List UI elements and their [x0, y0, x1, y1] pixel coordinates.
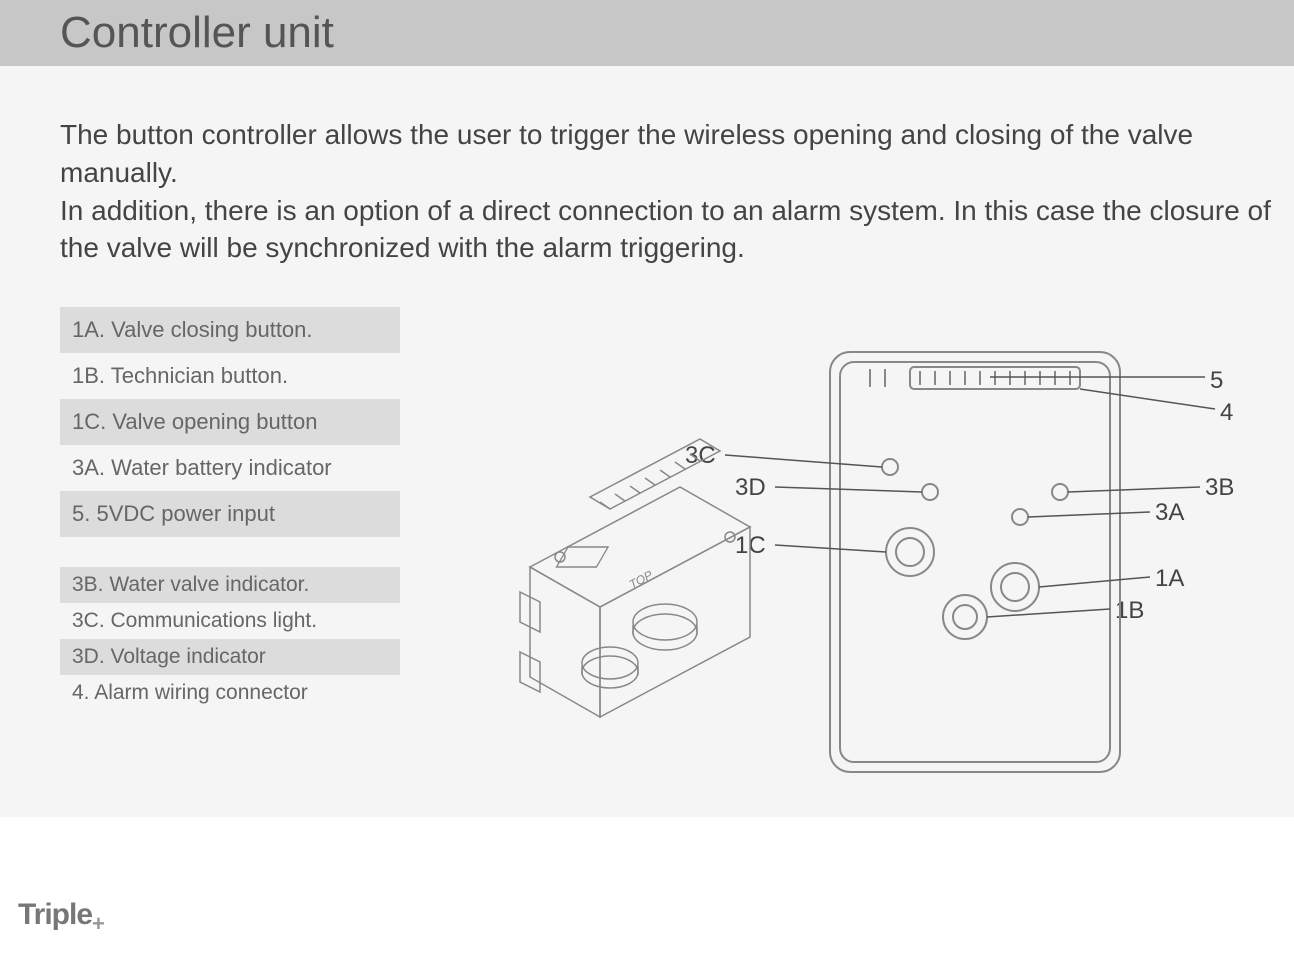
table-row: 1C. Valve opening button — [60, 399, 400, 445]
table-row: 4. Alarm wiring connector — [60, 675, 400, 711]
table-row: 3C. Communications light. — [60, 603, 400, 639]
table-row: 5. 5VDC power input — [60, 491, 400, 537]
controller-diagram: TOP — [460, 307, 1280, 787]
intro-text: The button controller allows the user to… — [60, 116, 1274, 267]
brand-text: Triple — [18, 898, 92, 931]
legend-table-1: 1A. Valve closing button. 1B. Technician… — [60, 307, 400, 537]
table-row: 3B. Water valve indicator. — [60, 567, 400, 603]
legend-table-2: 3B. Water valve indicator. 3C. Communica… — [60, 567, 400, 711]
brand-logo: Triple+ — [18, 898, 104, 937]
table-row: 1B. Technician button. — [60, 353, 400, 399]
content-block: The button controller allows the user to… — [0, 66, 1294, 817]
table-row: 3D. Voltage indicator — [60, 639, 400, 675]
table-row: 1A. Valve closing button. — [60, 307, 400, 353]
lower-section: 1A. Valve closing button. 1B. Technician… — [60, 307, 1274, 787]
tables-column: 1A. Valve closing button. 1B. Technician… — [60, 307, 400, 711]
svg-text:TOP: TOP — [627, 568, 655, 592]
page-title: Controller unit — [0, 0, 1294, 66]
diagram-area: 5 4 3C 3D 3B 3A 1C 1A 1B — [460, 307, 1274, 787]
brand-plus: + — [92, 911, 104, 936]
table-row: 3A. Water battery indicator — [60, 445, 400, 491]
